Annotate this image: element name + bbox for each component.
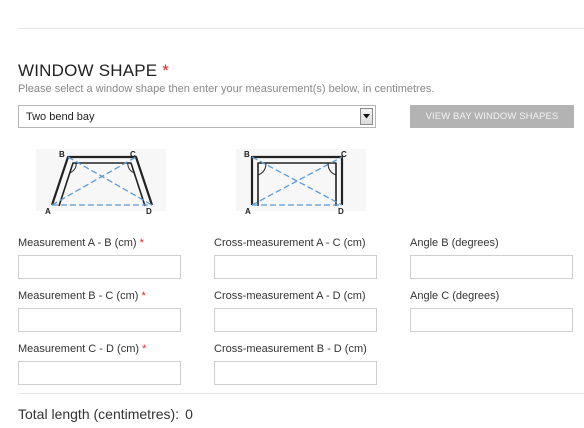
corner-label-a: A [45,207,51,216]
angle-c-input[interactable] [410,308,573,332]
corner-label-b: B [59,150,65,159]
cross-measurement-ad-label: Cross-measurement A - D (cm) [214,290,366,302]
cross-measurement-bd-label: Cross-measurement B - D (cm) [214,343,367,355]
window-shape-selected-value: Two bend bay [26,111,95,123]
measurement-cd-input[interactable] [18,361,181,385]
corner-label-c: C [130,150,136,159]
measurement-cd-label: Measurement C - D (cm) * [18,343,147,355]
measurement-ab-input[interactable] [18,255,181,279]
angle-b-input[interactable] [410,255,573,279]
corner-label-d: D [338,207,344,216]
cross-measurement-ad-input[interactable] [214,308,377,332]
square-bay-diagram: B C A D [232,145,372,217]
section-title: WINDOW SHAPE * [18,61,170,80]
cross-measurement-ac-input[interactable] [214,255,377,279]
corner-label-a: A [245,207,251,216]
corner-label-d: D [146,207,152,216]
cross-measurement-bd-input[interactable] [214,361,377,385]
total-length-label: Total length (centimetres): [18,406,180,422]
window-shape-select[interactable]: Two bend bay [18,105,376,128]
corner-label-b: B [244,150,250,159]
splayed-bay-diagram: B C A D [32,145,172,217]
top-divider [18,28,584,29]
dropdown-arrow-icon[interactable] [360,108,373,125]
cross-measurement-ac-label: Cross-measurement A - C (cm) [214,237,366,249]
total-length: Total length (centimetres): 0 [18,406,193,422]
angle-c-label: Angle C (degrees) [410,290,500,302]
section-subtitle: Please select a window shape then enter … [18,83,435,95]
required-marker: * [162,61,170,80]
measurement-ab-label: Measurement A - B (cm) * [18,237,144,249]
measurement-bc-input[interactable] [18,308,181,332]
view-bay-window-shapes-button[interactable]: VIEW BAY WINDOW SHAPES [410,105,574,128]
total-length-value: 0 [185,406,193,422]
bottom-divider [18,393,584,394]
corner-label-c: C [341,150,347,159]
angle-b-label: Angle B (degrees) [410,237,499,249]
measurement-bc-label: Measurement B - C (cm) * [18,290,146,302]
